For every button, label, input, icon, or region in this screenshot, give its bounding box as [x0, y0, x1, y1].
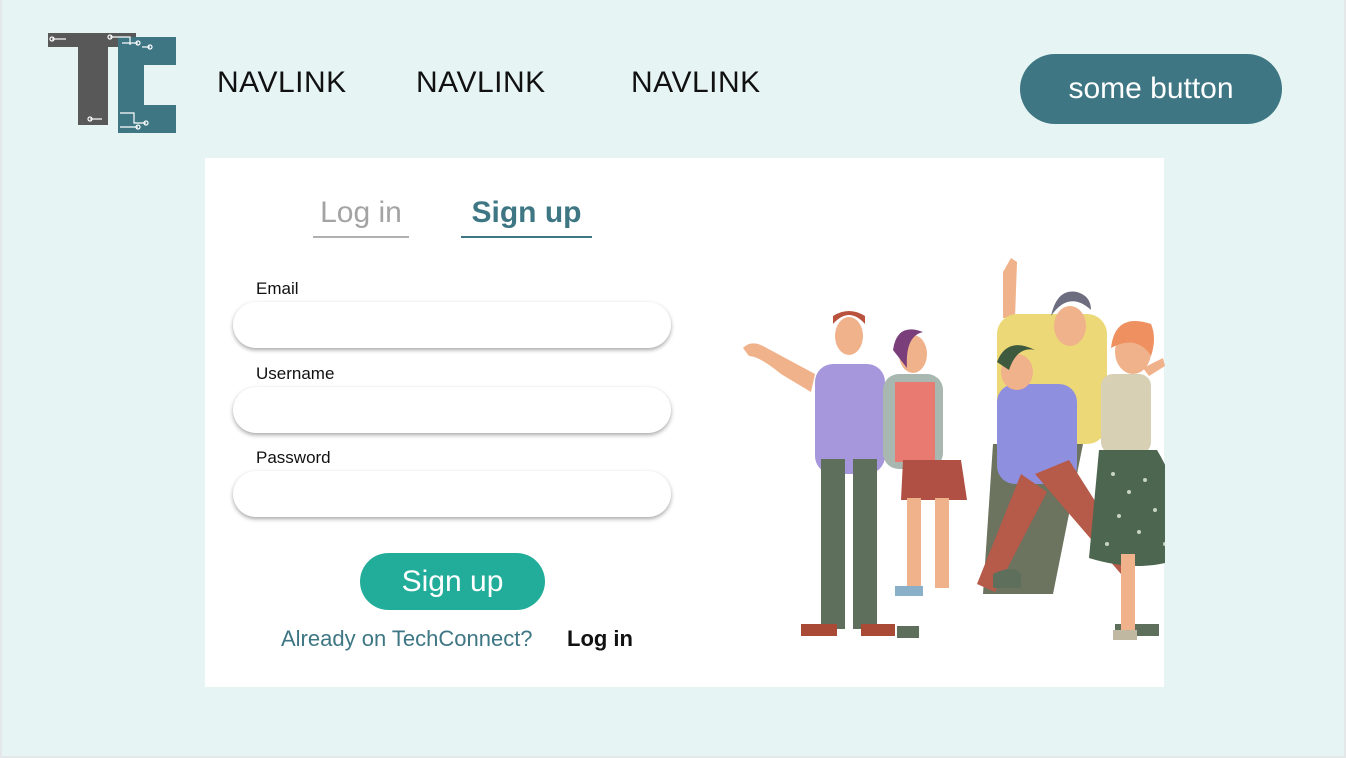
- email-label: Email: [256, 279, 299, 298]
- techconnect-logo[interactable]: [46, 33, 178, 135]
- tab-signup[interactable]: Sign up: [461, 196, 592, 238]
- person-2: [883, 329, 967, 638]
- group-of-people-illustration: [743, 258, 1165, 640]
- nav-link-1[interactable]: NAVLINK: [217, 66, 347, 100]
- nav-link-2[interactable]: NAVLINK: [416, 66, 546, 100]
- login-link[interactable]: Log in: [567, 626, 633, 652]
- username-field[interactable]: [233, 387, 671, 433]
- password-label: Password: [256, 448, 331, 467]
- auth-card: Log in Sign up Email Username Password S…: [205, 158, 1165, 687]
- nav-link-3[interactable]: NAVLINK: [631, 66, 761, 100]
- signup-submit-button[interactable]: Sign up: [360, 553, 545, 610]
- username-label: Username: [256, 364, 335, 383]
- person-1: [743, 311, 895, 636]
- password-field[interactable]: [233, 471, 671, 517]
- email-field[interactable]: [233, 302, 671, 348]
- header-action-button[interactable]: some button: [1020, 54, 1282, 124]
- tab-login[interactable]: Log in: [313, 196, 409, 238]
- already-member-text: Already on TechConnect?: [281, 626, 533, 651]
